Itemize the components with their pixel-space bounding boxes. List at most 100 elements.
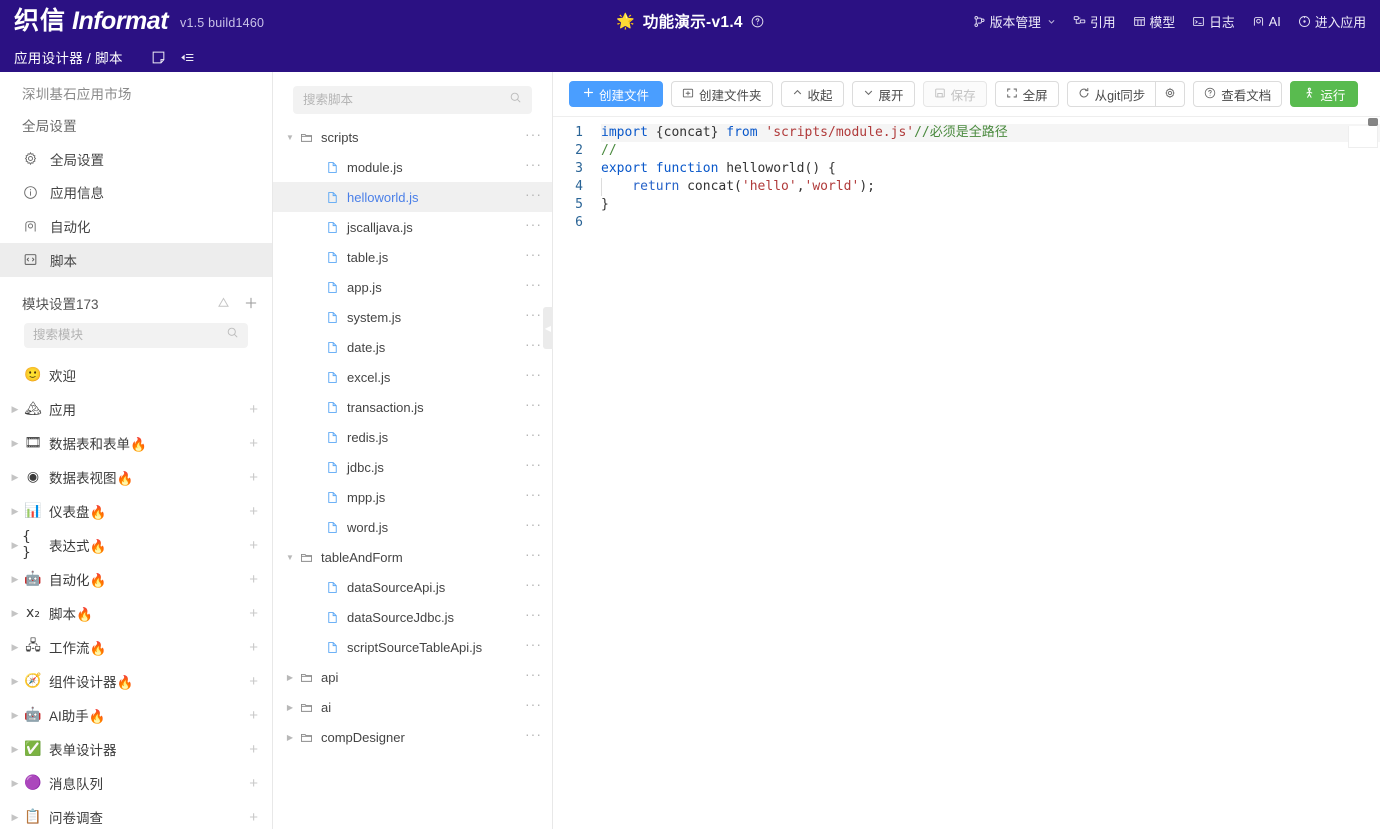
row-more-menu-icon[interactable]: ··· — [525, 517, 542, 533]
row-more-menu-icon[interactable]: ··· — [525, 577, 542, 593]
editor-vscrollbar-thumb[interactable] — [1368, 118, 1378, 126]
nav-reference[interactable]: 引用 — [1073, 12, 1116, 31]
file-tree-file-row[interactable]: scriptSourceTableApi.js ··· — [273, 632, 552, 662]
module-list[interactable]: 🙂 欢迎 ▶ 🏔 应用 + ▶ 🎞 数据表和表单🔥 + ▶ ◉ 数据表视图🔥 + ▶ 📊 仪表盘🔥 + ▶{ } 表达… — [0, 354, 272, 829]
chevron-right-icon[interactable]: ▶ — [8, 812, 22, 823]
row-more-menu-icon[interactable]: ··· — [525, 427, 542, 443]
add-module-icon[interactable]: + — [249, 538, 258, 553]
chevron-right-icon[interactable]: ▶ — [8, 642, 22, 653]
row-more-menu-icon[interactable]: ··· — [525, 367, 542, 383]
chevron-right-icon[interactable]: ▶ — [8, 608, 22, 619]
chevron-right-icon[interactable]: ▶ — [8, 574, 22, 585]
row-more-menu-icon[interactable]: ··· — [525, 487, 542, 503]
module-list-item[interactable]: ▶{ } 表达式🔥 + — [0, 528, 272, 562]
module-list-item[interactable]: ▶ 🏔 应用 + — [0, 392, 272, 426]
file-tree-file-row[interactable]: date.js ··· — [273, 332, 552, 362]
code-line[interactable]: export function helloworld() { — [601, 160, 1380, 178]
code-line[interactable]: import {concat} from 'scripts/module.js'… — [601, 124, 1380, 142]
git-settings-button[interactable] — [1156, 81, 1186, 107]
create-folder-button[interactable]: 创建文件夹 — [671, 81, 773, 107]
chevron-right-icon[interactable]: ▶ — [8, 744, 22, 755]
row-more-menu-icon[interactable]: ··· — [525, 187, 542, 203]
module-list-item[interactable]: ▶ x₂ 脚本🔥 + — [0, 596, 272, 630]
caret-down-icon[interactable]: ▼ — [283, 553, 297, 562]
code-line[interactable]: return concat('hello','world'); — [601, 178, 1380, 196]
view-docs-button[interactable]: 查看文档 — [1193, 81, 1283, 107]
row-more-menu-icon[interactable]: ··· — [525, 307, 542, 323]
file-tree-folder-row[interactable]: ▶ api ··· — [273, 662, 552, 692]
file-tree-file-row[interactable]: app.js ··· — [273, 272, 552, 302]
module-list-item[interactable]: ▶ 🧭 组件设计器🔥 + — [0, 664, 272, 698]
module-list-item[interactable]: ▶ 📊 仪表盘🔥 + — [0, 494, 272, 528]
row-more-menu-icon[interactable]: ··· — [525, 397, 542, 413]
file-tree-file-row[interactable]: excel.js ··· — [273, 362, 552, 392]
plus-icon[interactable] — [244, 296, 258, 310]
code-line[interactable]: } — [601, 196, 1380, 214]
code-content[interactable]: import {concat} from 'scripts/module.js'… — [591, 116, 1380, 829]
module-search[interactable] — [24, 322, 248, 349]
nav-log[interactable]: 日志 — [1192, 12, 1235, 31]
module-list-item[interactable]: ▶ 🎞 数据表和表单🔥 + — [0, 426, 272, 460]
file-tree-file-row[interactable]: dataSourceJdbc.js ··· — [273, 602, 552, 632]
run-button[interactable]: 运行 — [1290, 81, 1359, 107]
fullscreen-button[interactable]: 全屏 — [994, 81, 1059, 107]
sidebar-item-app-info[interactable]: 应用信息 — [0, 176, 272, 210]
nav-enter-app[interactable]: 进入应用 — [1298, 12, 1366, 31]
add-module-icon[interactable]: + — [249, 742, 258, 757]
brand[interactable]: 织信 Informat v1.5 build1460 — [0, 8, 264, 34]
module-list-item[interactable]: ▶ 🟣 消息队列 + — [0, 766, 272, 800]
file-tree-file-row[interactable]: jscalljava.js ··· — [273, 212, 552, 242]
nav-version-manage[interactable]: 版本管理 — [973, 12, 1056, 31]
warning-triangle-icon[interactable] — [217, 296, 230, 309]
row-more-menu-icon[interactable]: ··· — [525, 157, 542, 173]
row-more-menu-icon[interactable]: ··· — [525, 247, 542, 263]
row-more-menu-icon[interactable]: ··· — [525, 457, 542, 473]
add-module-icon[interactable]: + — [249, 640, 258, 655]
row-more-menu-icon[interactable]: ··· — [525, 697, 542, 713]
module-list-item[interactable]: ▶ 🤖 自动化🔥 + — [0, 562, 272, 596]
add-module-icon[interactable]: + — [249, 810, 258, 825]
nav-ai[interactable]: AI — [1252, 14, 1281, 29]
file-tree-file-row[interactable]: jdbc.js ··· — [273, 452, 552, 482]
module-list-item[interactable]: ▶ 🖧 工作流🔥 + — [0, 630, 272, 664]
module-list-item[interactable]: 🙂 欢迎 — [0, 358, 272, 392]
git-sync-button[interactable]: 从git同步 — [1066, 81, 1157, 107]
row-more-menu-icon[interactable]: ··· — [525, 217, 542, 233]
module-list-item[interactable]: ▶ ✅ 表单设计器 + — [0, 732, 272, 766]
chevron-right-icon[interactable]: ▶ — [8, 438, 22, 449]
file-tree-list[interactable]: ▼ scripts ··· module.js ··· helloworld.js ··· j… — [273, 122, 552, 829]
file-tree-file-row[interactable]: helloworld.js ··· — [273, 182, 552, 212]
sidebar-item-automation[interactable]: 自动化 — [0, 209, 272, 243]
row-more-menu-icon[interactable]: ··· — [525, 727, 542, 743]
chevron-right-icon[interactable]: ▶ — [8, 778, 22, 789]
add-module-icon[interactable]: + — [249, 606, 258, 621]
code-line[interactable] — [601, 214, 1380, 232]
row-more-menu-icon[interactable]: ··· — [525, 637, 542, 653]
file-search[interactable] — [293, 86, 532, 114]
editor-vscrollbar[interactable] — [1366, 116, 1380, 829]
module-list-item[interactable]: ▶ ◉ 数据表视图🔥 + — [0, 460, 272, 494]
row-more-menu-icon[interactable]: ··· — [525, 337, 542, 353]
search-scripts-input[interactable] — [303, 93, 509, 107]
help-circle-icon[interactable] — [751, 15, 764, 28]
file-tree-file-row[interactable]: redis.js ··· — [273, 422, 552, 452]
chevron-right-icon[interactable]: ▶ — [8, 540, 22, 551]
save-button[interactable]: 保存 — [922, 81, 987, 107]
sidebar-item-global-settings[interactable]: 全局设置 — [0, 142, 272, 176]
module-list-item[interactable]: ▶ 🤖 AI助手🔥 + — [0, 698, 272, 732]
add-module-icon[interactable]: + — [249, 674, 258, 689]
add-module-icon[interactable]: + — [249, 708, 258, 723]
file-tree-file-row[interactable]: system.js ··· — [273, 302, 552, 332]
add-module-icon[interactable]: + — [249, 504, 258, 519]
row-more-menu-icon[interactable]: ··· — [525, 277, 542, 293]
note-icon[interactable] — [151, 50, 166, 65]
row-more-menu-icon[interactable]: ··· — [525, 127, 542, 143]
add-module-icon[interactable]: + — [249, 572, 258, 587]
add-module-icon[interactable]: + — [249, 470, 258, 485]
chevron-right-icon[interactable]: ▶ — [8, 710, 22, 721]
add-module-icon[interactable]: + — [249, 776, 258, 791]
file-tree-folder-row[interactable]: ▼ tableAndForm ··· — [273, 542, 552, 572]
create-file-button[interactable]: 创建文件 — [569, 81, 664, 107]
file-tree-file-row[interactable]: dataSourceApi.js ··· — [273, 572, 552, 602]
chevron-right-icon[interactable]: ▶ — [8, 404, 22, 415]
